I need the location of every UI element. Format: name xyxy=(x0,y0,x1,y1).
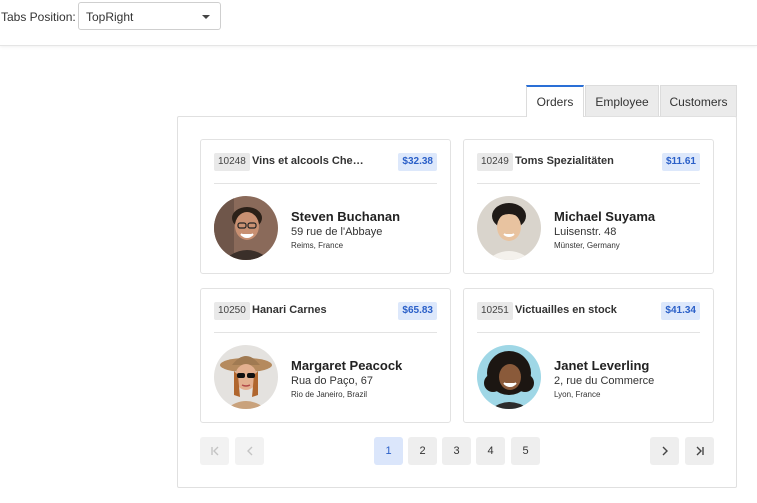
page-number: 1 xyxy=(385,445,392,457)
price-badge: $11.61 xyxy=(661,153,700,171)
man-glasses-avatar xyxy=(214,196,278,260)
toolbar: Tabs Position: TopRight xyxy=(0,0,757,46)
employee-city: Reims, France xyxy=(291,241,344,250)
order-card[interactable]: 10248 Vins et alcools Che… $32.38 Steven… xyxy=(200,139,451,274)
employee-name: Michael Suyama xyxy=(554,209,656,224)
prev-page-button[interactable] xyxy=(235,437,264,465)
next-page-icon xyxy=(662,446,668,456)
tabs-position-label: Tabs Position: xyxy=(1,10,76,24)
employee-city: Münster, Germany xyxy=(554,241,620,250)
order-id-badge: 10251 xyxy=(477,302,513,320)
next-page-button[interactable] xyxy=(650,437,679,465)
divider xyxy=(214,332,437,333)
order-id-badge: 10248 xyxy=(214,153,250,171)
last-page-button[interactable] xyxy=(685,437,714,465)
ship-name: Victuailles en stock xyxy=(515,304,617,316)
employee-address: Rua do Paço, 67 xyxy=(291,375,373,387)
employee-name: Margaret Peacock xyxy=(291,358,403,373)
price-badge: $65.83 xyxy=(398,302,437,320)
prev-page-icon xyxy=(246,446,252,456)
page-number: 2 xyxy=(419,445,426,457)
employee-address: Luisenstr. 48 xyxy=(554,226,617,238)
order-card[interactable]: 10249 Toms Spezialitäten $11.61 Michael … xyxy=(463,139,714,274)
tabs-position-select[interactable]: TopRight xyxy=(78,2,221,30)
page-number: 4 xyxy=(487,445,494,457)
page-number: 3 xyxy=(453,445,460,457)
tab-orders-label: Orders xyxy=(536,95,574,109)
employee-name: Janet Leverling xyxy=(554,358,650,373)
woman-curly-hair-avatar xyxy=(477,345,541,409)
ship-name: Hanari Carnes xyxy=(252,304,327,316)
page-button[interactable]: 1 xyxy=(374,437,403,465)
employee-city: Rio de Janeiro, Brazil xyxy=(291,390,368,399)
ship-name: Toms Spezialitäten xyxy=(515,155,614,167)
page-button[interactable]: 3 xyxy=(442,437,471,465)
tab-employee-label: Employee xyxy=(595,94,649,109)
order-id-badge: 10250 xyxy=(214,302,250,320)
first-page-icon xyxy=(210,446,218,456)
order-card[interactable]: 10251 Victuailles en stock $41.34 Janet … xyxy=(463,288,714,423)
divider xyxy=(477,332,700,333)
tab-customers[interactable]: Customers xyxy=(660,85,737,117)
page-number: 5 xyxy=(522,445,529,457)
order-header: 10251 Victuailles en stock $41.34 xyxy=(477,302,700,320)
order-header: 10248 Vins et alcools Che… $32.38 xyxy=(214,153,437,171)
order-id-badge: 10249 xyxy=(477,153,513,171)
first-page-button[interactable] xyxy=(200,437,229,465)
tab-orders[interactable]: Orders xyxy=(526,85,584,117)
page-button[interactable]: 5 xyxy=(511,437,540,465)
employee-city: Lyon, France xyxy=(554,390,601,399)
employee-address: 2, rue du Commerce xyxy=(554,375,655,387)
tab-employee[interactable]: Employee xyxy=(585,85,659,117)
tab-strip: Orders Employee Customers xyxy=(526,85,738,117)
page-button[interactable]: 2 xyxy=(408,437,437,465)
order-header: 10249 Toms Spezialitäten $11.61 xyxy=(477,153,700,171)
order-header: 10250 Hanari Carnes $65.83 xyxy=(214,302,437,320)
tab-customers-label: Customers xyxy=(669,94,728,109)
last-page-icon xyxy=(696,446,704,456)
ship-name: Vins et alcools Che… xyxy=(252,155,364,167)
chevron-down-icon xyxy=(202,15,210,19)
young-man-avatar xyxy=(477,196,541,260)
woman-hat-avatar xyxy=(214,345,278,409)
price-badge: $41.34 xyxy=(661,302,700,320)
divider xyxy=(477,183,700,184)
tabs-position-value: TopRight xyxy=(86,10,134,24)
employee-name: Steven Buchanan xyxy=(291,209,401,224)
page-button[interactable]: 4 xyxy=(476,437,505,465)
divider xyxy=(214,183,437,184)
employee-address: 59 rue de l'Abbaye xyxy=(291,226,383,238)
order-card[interactable]: 10250 Hanari Carnes $65.83 Margaret Peac… xyxy=(200,288,451,423)
price-badge: $32.38 xyxy=(398,153,437,171)
